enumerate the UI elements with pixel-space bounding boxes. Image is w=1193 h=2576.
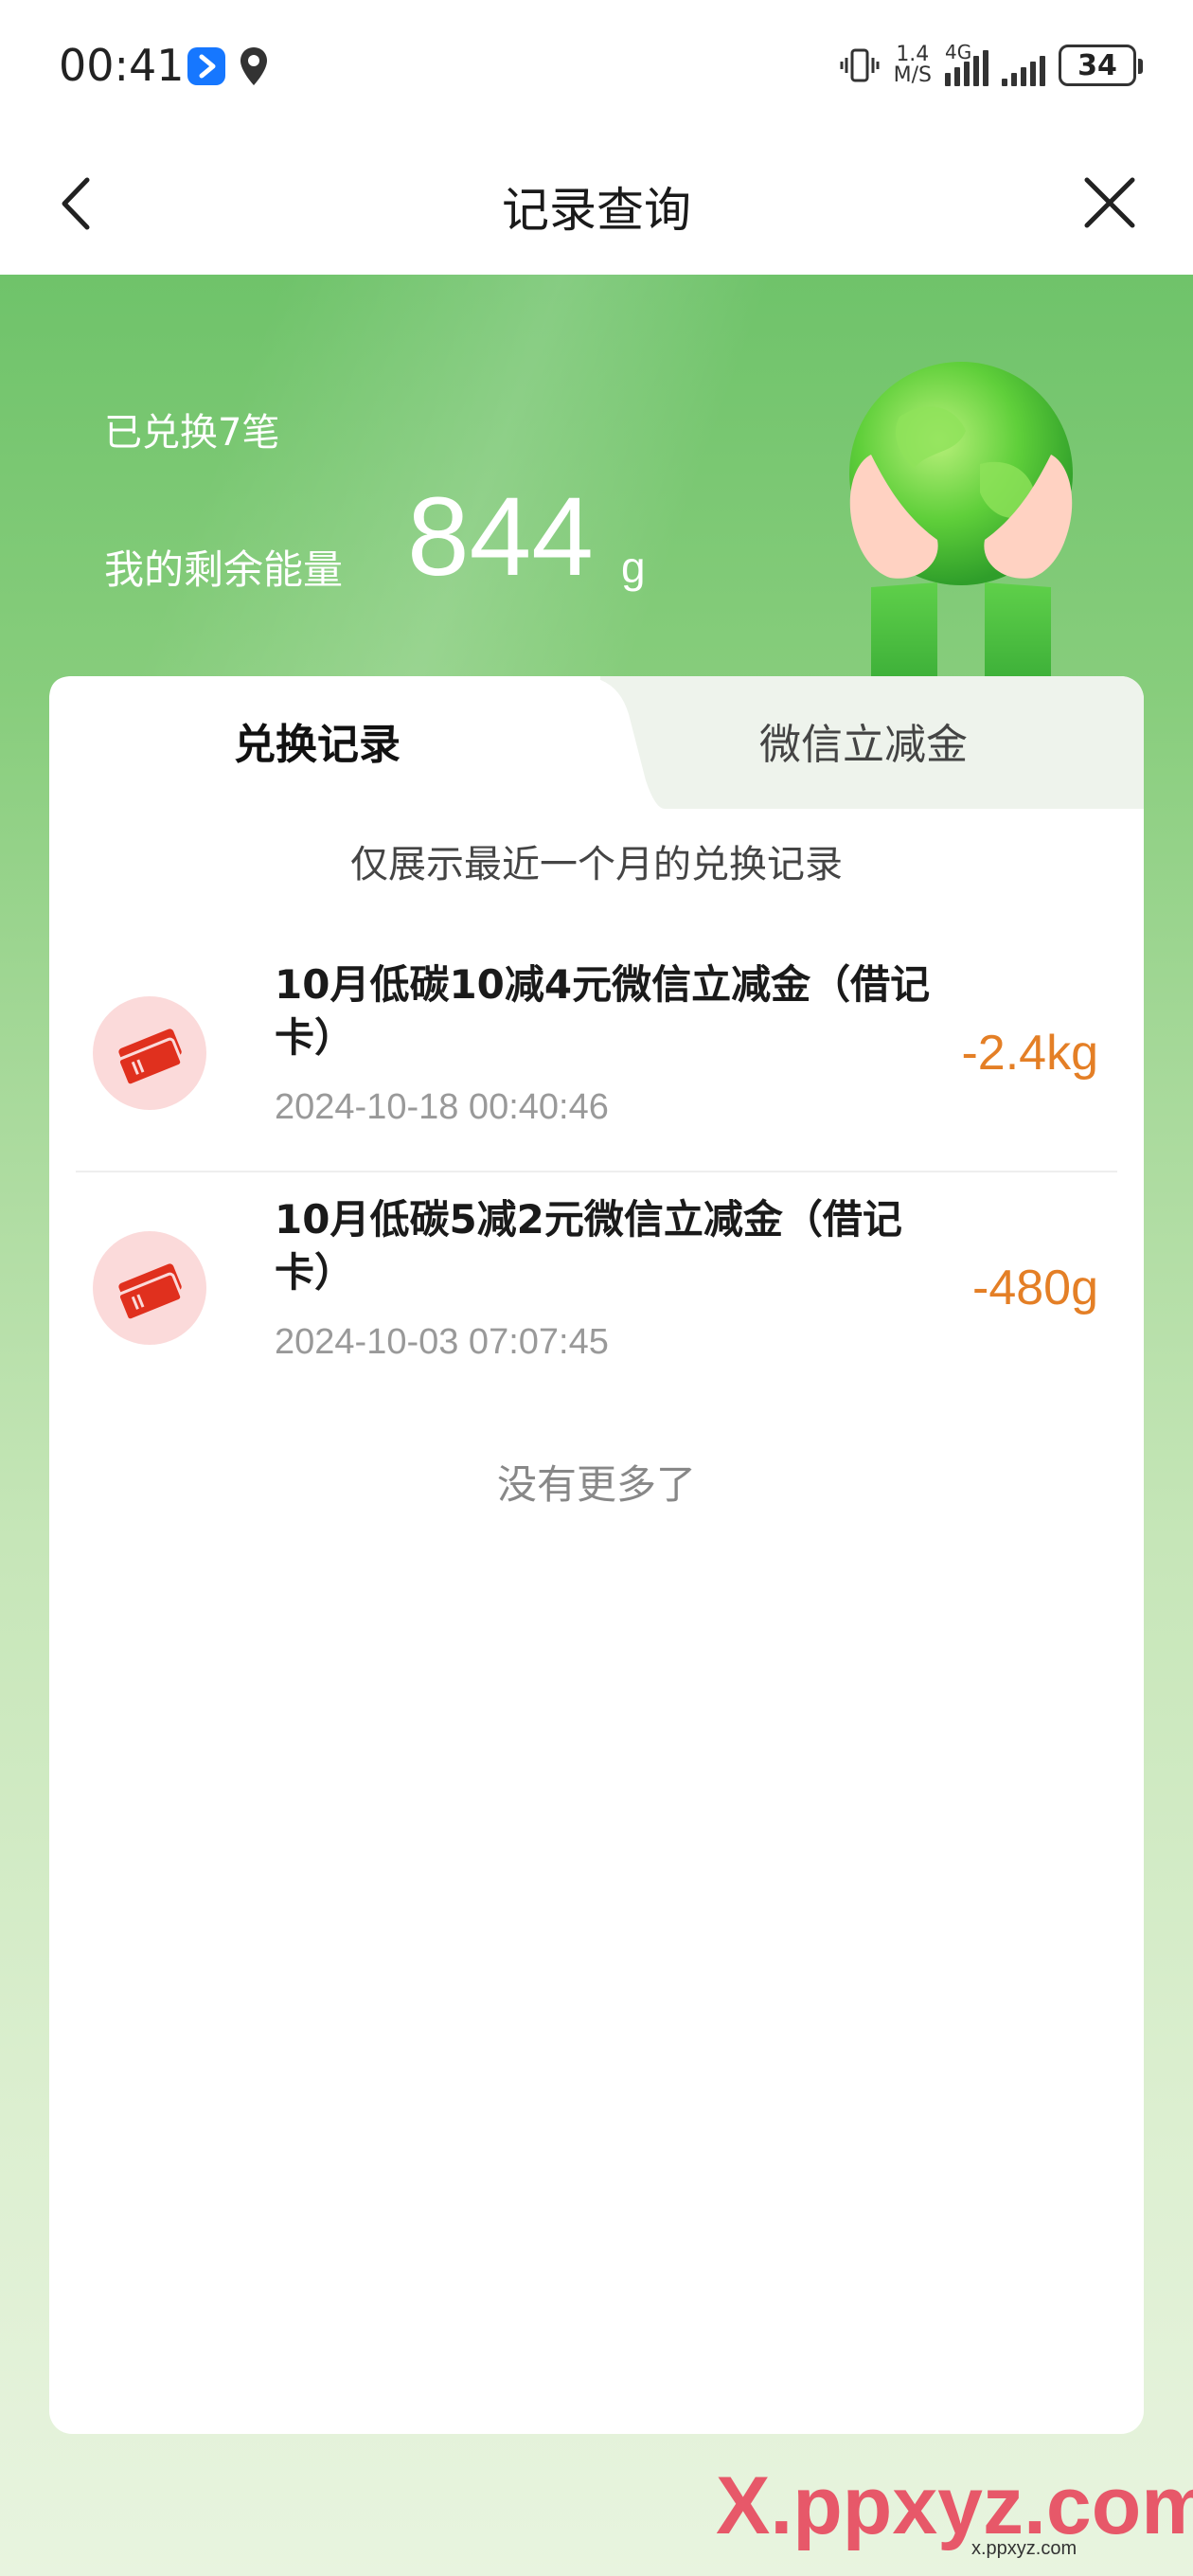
- close-icon[interactable]: [1077, 170, 1142, 235]
- no-more-text: 没有更多了: [496, 1461, 696, 1508]
- record-title: 10月低碳5减2元微信立减金（借记卡）: [275, 1196, 902, 1296]
- record-time: 2024-10-03 07:07:45: [275, 1322, 609, 1362]
- tab-exchange-records[interactable]: 兑换记录: [234, 710, 401, 771]
- app-notification-icon: [187, 47, 225, 85]
- divider: [76, 1171, 1117, 1172]
- network-speed: 1.4 M/S: [894, 45, 932, 86]
- record-time: 2024-10-18 00:40:46: [275, 1087, 609, 1127]
- list-item[interactable]: 10月低碳5减2元微信立减金（借记卡） 2024-10-03 07:07:45 …: [76, 1184, 1117, 1421]
- signal-strength-secondary-icon: [1002, 45, 1045, 86]
- status-indicators: 1.4 M/S 4G 34: [839, 41, 1143, 89]
- list-item[interactable]: 10月低碳10减4元微信立减金（借记卡） 2024-10-18 00:40:46…: [76, 949, 1117, 1186]
- energy-value: 844: [407, 474, 594, 599]
- energy-unit: g: [621, 543, 646, 592]
- page-title: 记录查询: [502, 183, 691, 238]
- watermark-subtext: x.ppxyz.com: [971, 2538, 1077, 2559]
- navigation-bar: 记录查询: [0, 133, 1193, 275]
- ticket-icon: [93, 996, 206, 1110]
- location-icon: [239, 45, 269, 87]
- ticket-icon: [93, 1231, 206, 1345]
- vibrate-icon: [839, 45, 881, 86]
- network-type: 4G: [945, 41, 972, 63]
- records-notice: 仅展示最近一个月的兑换记录: [350, 843, 843, 886]
- watermark: X.ppxyz.com x.ppxyz.com: [716, 2459, 1193, 2563]
- energy-label: 我的剩余能量: [104, 546, 344, 593]
- network-speed-unit: M/S: [893, 63, 932, 87]
- status-bar: 00:41 1.4 M/S 4G 34: [0, 0, 1193, 133]
- record-title: 10月低碳10减4元微信立减金（借记卡）: [275, 961, 931, 1061]
- record-amount: -480g: [972, 1261, 1098, 1315]
- battery-icon: 34: [1059, 45, 1143, 86]
- network-speed-value: 1.4: [896, 43, 930, 66]
- tab-wechat-coupon[interactable]: 微信立减金: [759, 710, 968, 771]
- records-card: 兑换记录 微信立减金 仅展示最近一个月的兑换记录 10月低碳10减4元微信立减金…: [49, 676, 1144, 2434]
- record-amount: -2.4kg: [961, 1026, 1098, 1081]
- battery-level: 34: [1077, 48, 1117, 82]
- signal-strength-icon: 4G: [945, 41, 988, 86]
- earth-in-hands-illustration: [814, 350, 1098, 701]
- exchange-count: 已兑换7笔: [104, 411, 280, 455]
- status-time: 00:41: [59, 40, 185, 91]
- watermark-text: X.ppxyz.com: [716, 2460, 1193, 2551]
